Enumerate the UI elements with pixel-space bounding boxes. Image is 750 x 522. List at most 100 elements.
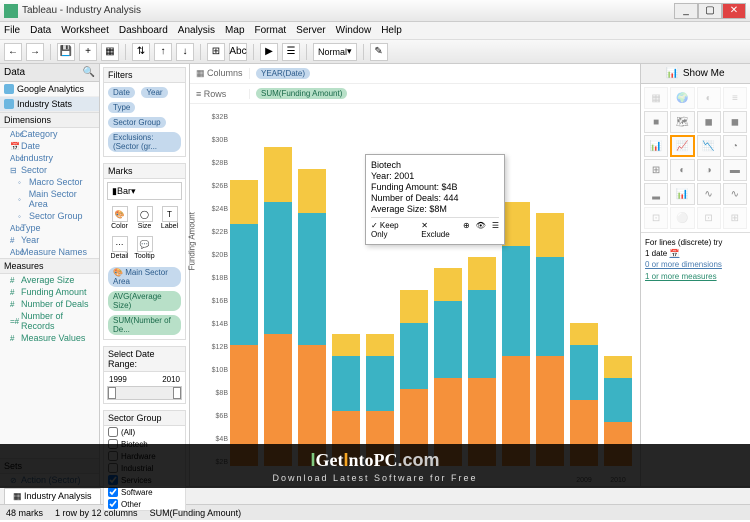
- filter-pill-year[interactable]: Year: [141, 87, 167, 98]
- sort-asc-button[interactable]: ↑: [154, 43, 172, 61]
- date-slider[interactable]: [107, 386, 182, 400]
- show-me-option[interactable]: ◼: [697, 111, 721, 133]
- fit-selector[interactable]: Normal ▾: [313, 43, 357, 61]
- show-me-option[interactable]: ◔: [723, 135, 747, 157]
- sort-desc-button[interactable]: ↓: [176, 43, 194, 61]
- show-me-option[interactable]: ■: [644, 111, 668, 133]
- show-me-option[interactable]: ◐: [670, 159, 694, 181]
- menu-format[interactable]: Format: [255, 25, 287, 36]
- bar-segment[interactable]: [536, 213, 564, 257]
- show-me-option[interactable]: 📉: [697, 135, 721, 157]
- bar-segment[interactable]: [332, 334, 360, 356]
- bar-segment[interactable]: [264, 147, 292, 202]
- dim-date[interactable]: 📅Date: [0, 140, 99, 152]
- columns-pill[interactable]: YEAR(Date): [256, 68, 310, 79]
- bar-segment[interactable]: [604, 356, 632, 378]
- mark-label-button[interactable]: TLabel: [159, 206, 181, 230]
- mark-color-button[interactable]: 🎨Color: [109, 206, 131, 230]
- bar-segment[interactable]: [230, 224, 258, 345]
- bar-segment[interactable]: [468, 290, 496, 378]
- bar-column[interactable]: [264, 114, 292, 466]
- menu-dashboard[interactable]: Dashboard: [119, 25, 168, 36]
- dim-macro-sector[interactable]: ◦Macro Sector: [0, 176, 99, 188]
- menu-file[interactable]: File: [4, 25, 20, 36]
- label-button[interactable]: Abc: [229, 43, 247, 61]
- rows-shelf[interactable]: ≡ Rows SUM(Funding Amount): [190, 84, 640, 104]
- bar-segment[interactable]: [468, 257, 496, 290]
- meas-measure-values[interactable]: #Measure Values: [0, 332, 99, 344]
- tooltip-menu-icon[interactable]: ☰: [492, 221, 499, 239]
- bar-segment[interactable]: [264, 202, 292, 334]
- meas-number-of-deals[interactable]: #Number of Deals: [0, 298, 99, 310]
- bar-segment[interactable]: [502, 202, 530, 246]
- tooltip-view-icon[interactable]: 👁: [476, 221, 486, 239]
- show-me-option[interactable]: 📊: [644, 135, 668, 157]
- mark-size-button[interactable]: ◯Size: [134, 206, 156, 230]
- show-me-option[interactable]: ◼: [723, 111, 747, 133]
- show-me-option[interactable]: 🌍: [670, 87, 694, 109]
- dim-industry[interactable]: AbcIndustry: [0, 152, 99, 164]
- show-me-option[interactable]: ⊞: [644, 159, 668, 181]
- filter-pill-type[interactable]: Type: [108, 102, 135, 113]
- mark-type-selector[interactable]: ▮ Bar ▾: [107, 182, 182, 200]
- columns-shelf[interactable]: ▦ Columns YEAR(Date): [190, 64, 640, 84]
- bar-segment[interactable]: [570, 345, 598, 400]
- bar-column[interactable]: [502, 114, 530, 466]
- filter-pill-exclusions[interactable]: Exclusions: (Sector (gr...: [108, 132, 181, 152]
- show-me-option[interactable]: ◐: [697, 87, 721, 109]
- rows-pill[interactable]: SUM(Funding Amount): [256, 88, 347, 99]
- show-me-option[interactable]: ▬: [723, 159, 747, 181]
- dim-type[interactable]: AbcType: [0, 222, 99, 234]
- dim-sector[interactable]: ⊟Sector: [0, 164, 99, 176]
- new-sheet-button[interactable]: ▦: [101, 43, 119, 61]
- bar-column[interactable]: [230, 114, 258, 466]
- tooltip-keep-only[interactable]: ✓ Keep Only: [371, 221, 415, 239]
- bar-segment[interactable]: [298, 213, 326, 345]
- presentation-button[interactable]: ▶: [260, 43, 278, 61]
- menu-window[interactable]: Window: [336, 25, 372, 36]
- show-me-option[interactable]: 🗺: [670, 111, 694, 133]
- close-button[interactable]: ✕: [722, 3, 746, 19]
- dim-category[interactable]: AbcCategory: [0, 128, 99, 140]
- tooltip-exclude[interactable]: ✕ Exclude: [421, 221, 457, 239]
- sheet-tab[interactable]: ▦ Industry Analysis: [4, 488, 101, 504]
- show-me-header[interactable]: 📊 Show Me: [641, 64, 750, 84]
- bar-segment[interactable]: [502, 246, 530, 356]
- minimize-button[interactable]: _: [674, 3, 698, 19]
- show-me-option[interactable]: 📈: [670, 135, 694, 157]
- bar-segment[interactable]: [570, 323, 598, 345]
- bar-segment[interactable]: [604, 378, 632, 422]
- meas-number-of-records[interactable]: =#Number of Records: [0, 310, 99, 332]
- new-data-button[interactable]: +: [79, 43, 97, 61]
- maximize-button[interactable]: ▢: [698, 3, 722, 19]
- show-me-option[interactable]: ⊞: [723, 207, 747, 229]
- mark-pill-avg[interactable]: AVG(Average Size): [108, 291, 181, 311]
- group-button[interactable]: ⊞: [207, 43, 225, 61]
- menu-worksheet[interactable]: Worksheet: [61, 25, 109, 36]
- back-button[interactable]: ←: [4, 43, 22, 61]
- filter-pill-date[interactable]: Date: [108, 87, 135, 98]
- bar-segment[interactable]: [400, 290, 428, 323]
- bar-segment[interactable]: [434, 268, 462, 301]
- datasource-industry-stats[interactable]: Industry Stats: [0, 97, 99, 112]
- menu-analysis[interactable]: Analysis: [178, 25, 215, 36]
- sector-group-item[interactable]: (All): [104, 426, 185, 438]
- dim-sector-group[interactable]: ◦Sector Group: [0, 210, 99, 222]
- forward-button[interactable]: →: [26, 43, 44, 61]
- bar-column[interactable]: [298, 114, 326, 466]
- bar-segment[interactable]: [230, 180, 258, 224]
- bar-segment[interactable]: [400, 323, 428, 389]
- dim-main-sector-area[interactable]: ◦Main Sector Area: [0, 188, 99, 210]
- show-me-option[interactable]: 📊: [670, 183, 694, 205]
- bar-segment[interactable]: [434, 301, 462, 378]
- show-me-option[interactable]: ∿: [697, 183, 721, 205]
- mark-pill-sum[interactable]: SUM(Number of De...: [108, 315, 181, 335]
- bar-column[interactable]: [570, 114, 598, 466]
- bar-segment[interactable]: [332, 356, 360, 411]
- bar-column[interactable]: [604, 114, 632, 466]
- dim-measure-names[interactable]: AbcMeasure Names: [0, 246, 99, 258]
- highlight-button[interactable]: ✎: [370, 43, 388, 61]
- show-me-option[interactable]: ⚪: [670, 207, 694, 229]
- mark-pill-main-sector[interactable]: 🎨 Main Sector Area: [108, 267, 181, 287]
- menu-server[interactable]: Server: [296, 25, 325, 36]
